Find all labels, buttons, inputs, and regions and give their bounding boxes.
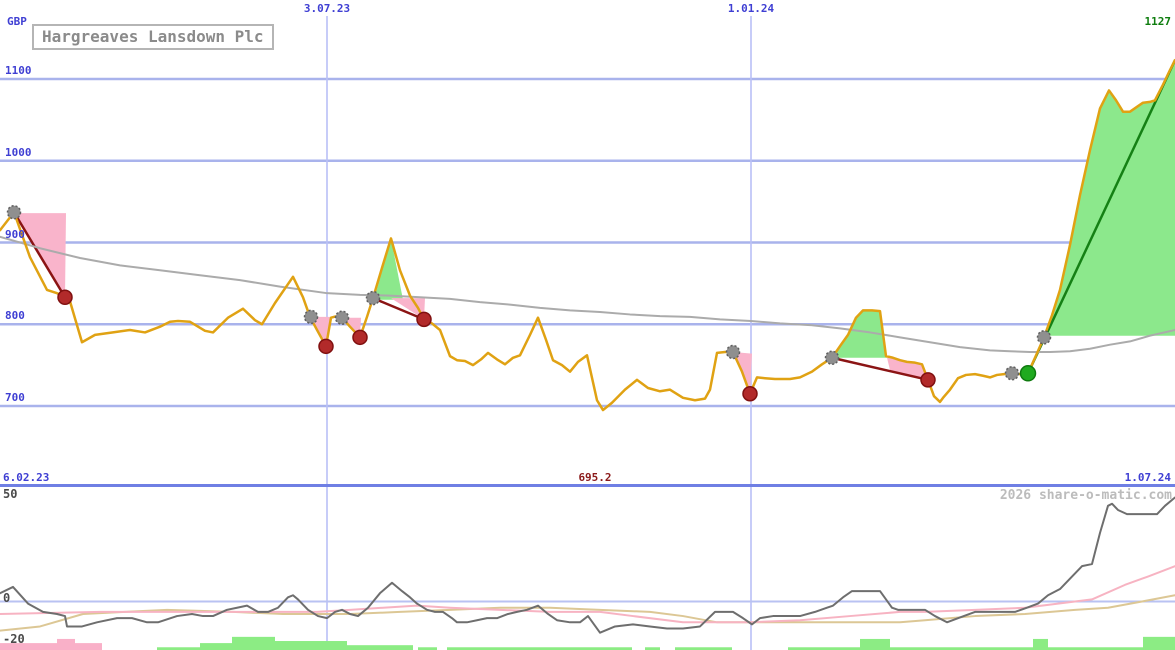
green-histogram-bar [1143,637,1175,650]
green-histogram-bar [1033,639,1048,650]
oscillator-lines [0,498,1175,633]
moving-average-line [0,237,1175,352]
price-tick-label: 700 [5,392,25,403]
watermark: 2026 share-o-matic.com [1000,489,1172,502]
green-histogram-bar [232,637,275,650]
entry-marker [305,310,318,323]
loss-exit-marker [743,387,757,401]
pink-histogram-bar [75,643,102,650]
price-tick-label: 800 [5,310,25,321]
price-tick-label: 1000 [5,147,32,158]
stock-chart-canvas [0,0,1175,650]
date-gridlines [327,16,751,650]
pink-histogram-bar [57,639,75,650]
entry-marker [336,311,349,324]
volume-histogram [0,637,1175,650]
x-axis-start-date-label: 6.02.23 [3,472,49,483]
entry-marker [1038,331,1051,344]
price-tick-label: 1100 [5,65,32,76]
green-histogram-bar [860,639,890,650]
trade-trend-lines [14,60,1175,380]
entry-marker [727,346,740,359]
oscillator-tick-label: 0 [3,592,10,604]
oscillator-tick-label: -20 [3,633,25,645]
loss-exit-marker [921,373,935,387]
price-line [0,60,1175,410]
chart-title: Hargreaves Lansdown Plc [32,24,274,50]
last-price-label: 1127 [1145,16,1172,27]
oscillator-tick-label: 50 [3,488,17,500]
min-price-label: 695.2 [578,472,611,483]
green-histogram-bar [200,643,232,650]
price-tick-label: 900 [5,229,25,240]
buy-marker [1021,366,1036,381]
entry-marker [826,351,839,364]
green-histogram-bar [275,641,347,650]
loss-exit-marker [417,312,431,326]
entry-marker [8,206,21,219]
currency-axis-label: GBP [7,16,27,27]
trade-profit-loss-fills [14,60,1175,393]
x-axis-date-label: 3.07.23 [304,3,350,14]
x-axis-end-date-label: 1.07.24 [1125,472,1171,483]
loss-exit-marker [353,330,367,344]
entry-marker [1006,367,1019,380]
entry-marker [367,292,380,305]
x-axis-date-label: 1.01.24 [728,3,774,14]
osc-pink-line [0,566,1175,622]
green-histogram-bar [347,645,413,650]
close-line [0,60,1175,410]
stock-chart-page: GBP Hargreaves Lansdown Plc 1127 3.07.23… [0,0,1175,650]
loss-exit-marker [319,339,333,353]
moving-average-line [0,237,1175,352]
loss-exit-marker [58,290,72,304]
